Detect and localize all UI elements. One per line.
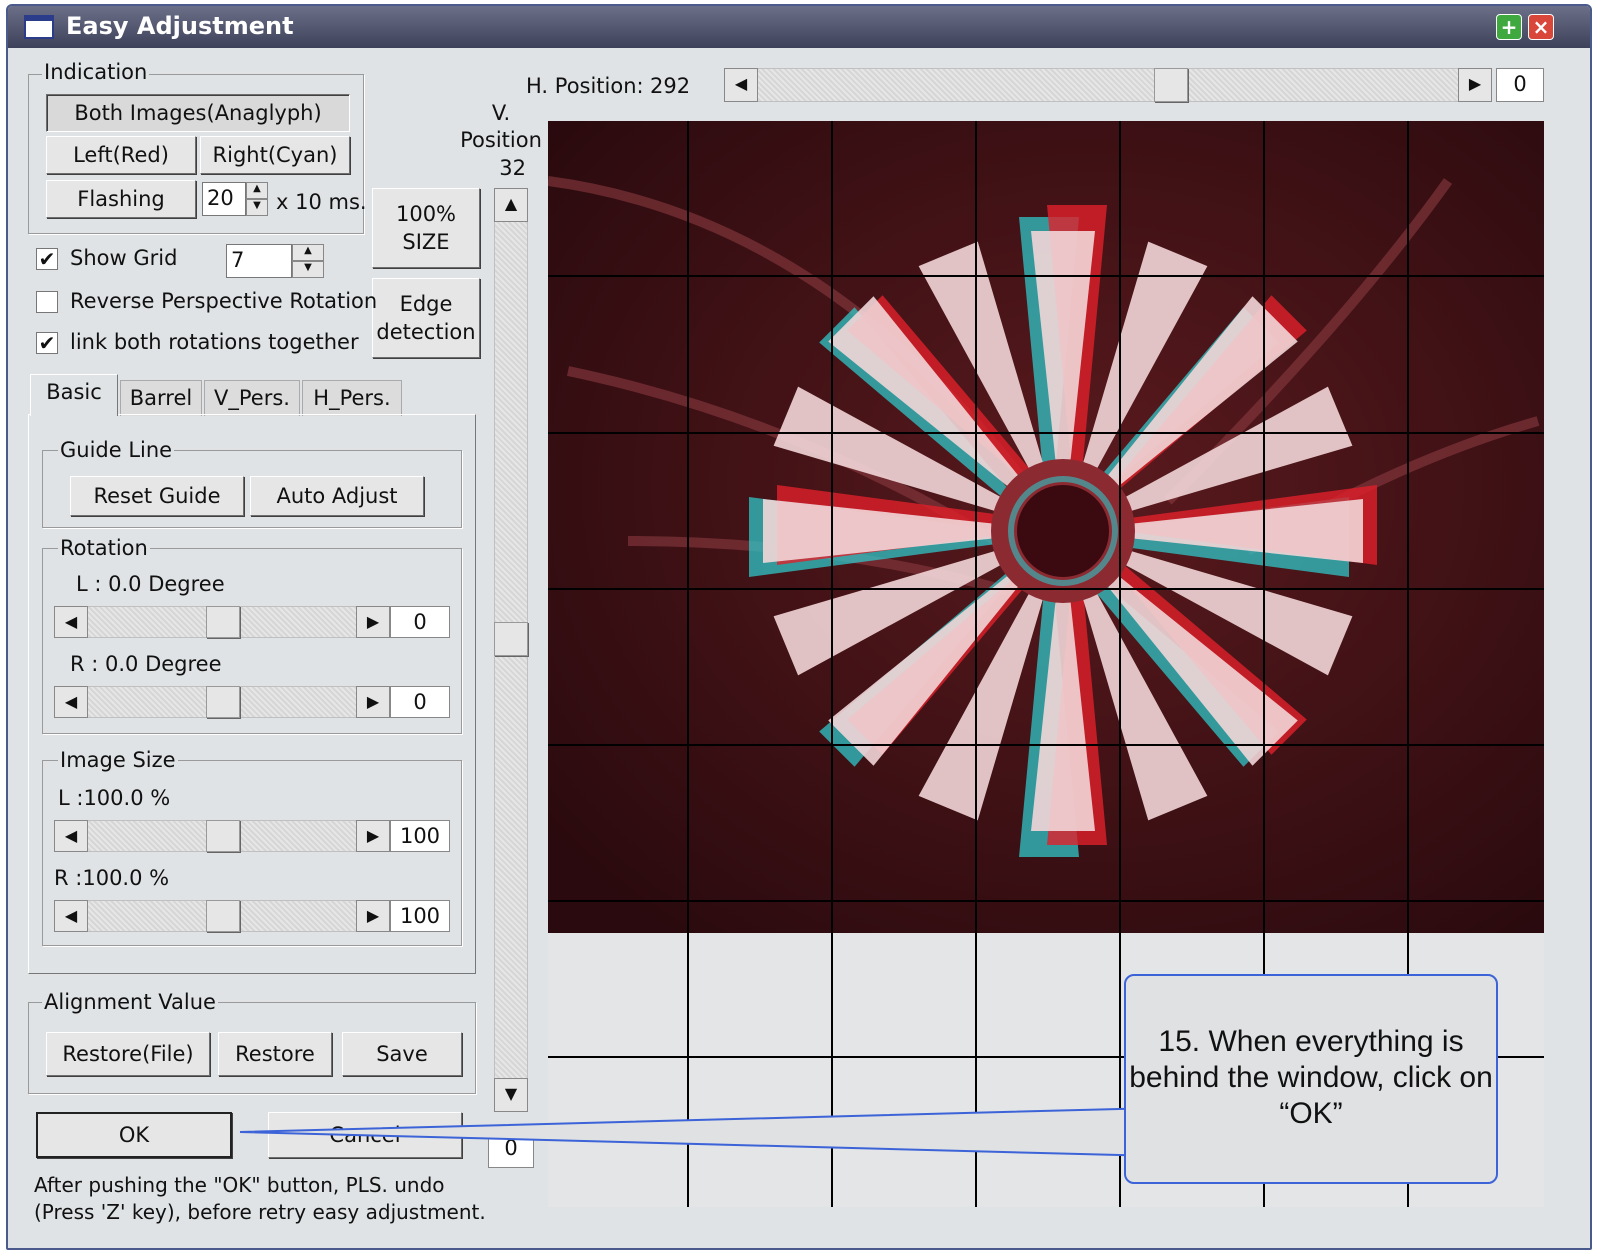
instruction-callout: 15. When everything is behind the window… — [1124, 974, 1498, 1184]
tab-basic[interactable]: Basic — [30, 374, 118, 416]
